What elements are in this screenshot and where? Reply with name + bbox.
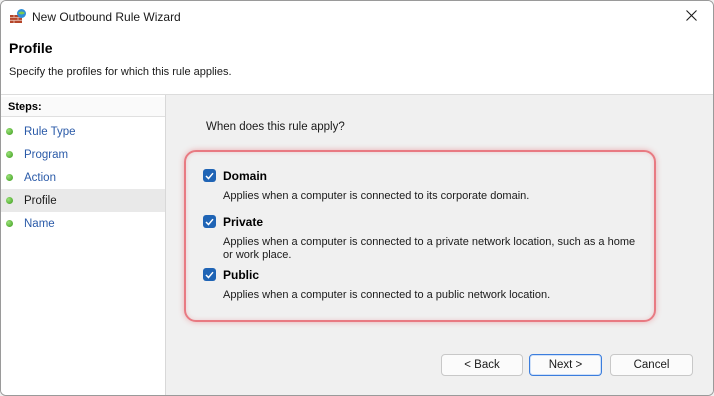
page-title: Profile <box>9 40 53 56</box>
window-title: New Outbound Rule Wizard <box>32 10 181 24</box>
sidebar-item-action[interactable]: Action <box>1 166 165 189</box>
wizard-window: New Outbound Rule Wizard Profile Specify… <box>0 0 714 396</box>
domain-checkbox[interactable] <box>203 169 216 182</box>
checkmark-icon <box>205 218 214 226</box>
checkmark-icon <box>205 172 214 180</box>
sidebar-item-label: Action <box>24 171 56 184</box>
public-checkbox[interactable] <box>203 268 216 281</box>
domain-description: Applies when a computer is connected to … <box>223 190 530 202</box>
sidebar-item-rule-type[interactable]: Rule Type <box>1 120 165 143</box>
close-button[interactable] <box>669 1 713 32</box>
private-checkbox[interactable] <box>203 215 216 228</box>
close-icon <box>685 9 697 24</box>
sidebar-item-profile[interactable]: Profile <box>1 189 165 212</box>
checkmark-icon <box>205 271 214 279</box>
steps-sidebar: Steps: Rule Type Program Action Profile … <box>1 95 166 395</box>
cancel-button[interactable]: Cancel <box>610 354 693 376</box>
green-dot-icon <box>6 197 13 204</box>
back-button[interactable]: < Back <box>441 354 523 376</box>
sidebar-item-program[interactable]: Program <box>1 143 165 166</box>
sidebar-item-label: Name <box>24 217 55 230</box>
sidebar-item-label: Program <box>24 148 69 161</box>
private-label[interactable]: Private <box>223 215 263 229</box>
title-bar: New Outbound Rule Wizard <box>1 1 713 32</box>
green-dot-icon <box>6 174 13 181</box>
question-label: When does this rule apply? <box>206 121 345 133</box>
steps-heading: Steps: <box>1 97 165 117</box>
green-dot-icon <box>6 220 13 227</box>
public-label[interactable]: Public <box>223 268 259 282</box>
green-dot-icon <box>6 151 13 158</box>
green-dot-icon <box>6 128 13 135</box>
page-subtitle: Specify the profiles for which this rule… <box>9 66 232 78</box>
wizard-header: Profile Specify the profiles for which t… <box>1 32 713 95</box>
profile-options-group: Domain Applies when a computer is connec… <box>184 150 656 322</box>
private-description: Applies when a computer is connected to … <box>223 236 636 261</box>
sidebar-item-name[interactable]: Name <box>1 212 165 235</box>
sidebar-item-label: Profile <box>24 194 57 207</box>
firewall-icon <box>9 8 27 24</box>
public-description: Applies when a computer is connected to … <box>223 289 551 301</box>
next-button[interactable]: Next > <box>529 354 602 376</box>
domain-label[interactable]: Domain <box>223 169 267 183</box>
sidebar-item-label: Rule Type <box>24 125 76 138</box>
main-panel: When does this rule apply? Domain Applie… <box>166 95 713 395</box>
